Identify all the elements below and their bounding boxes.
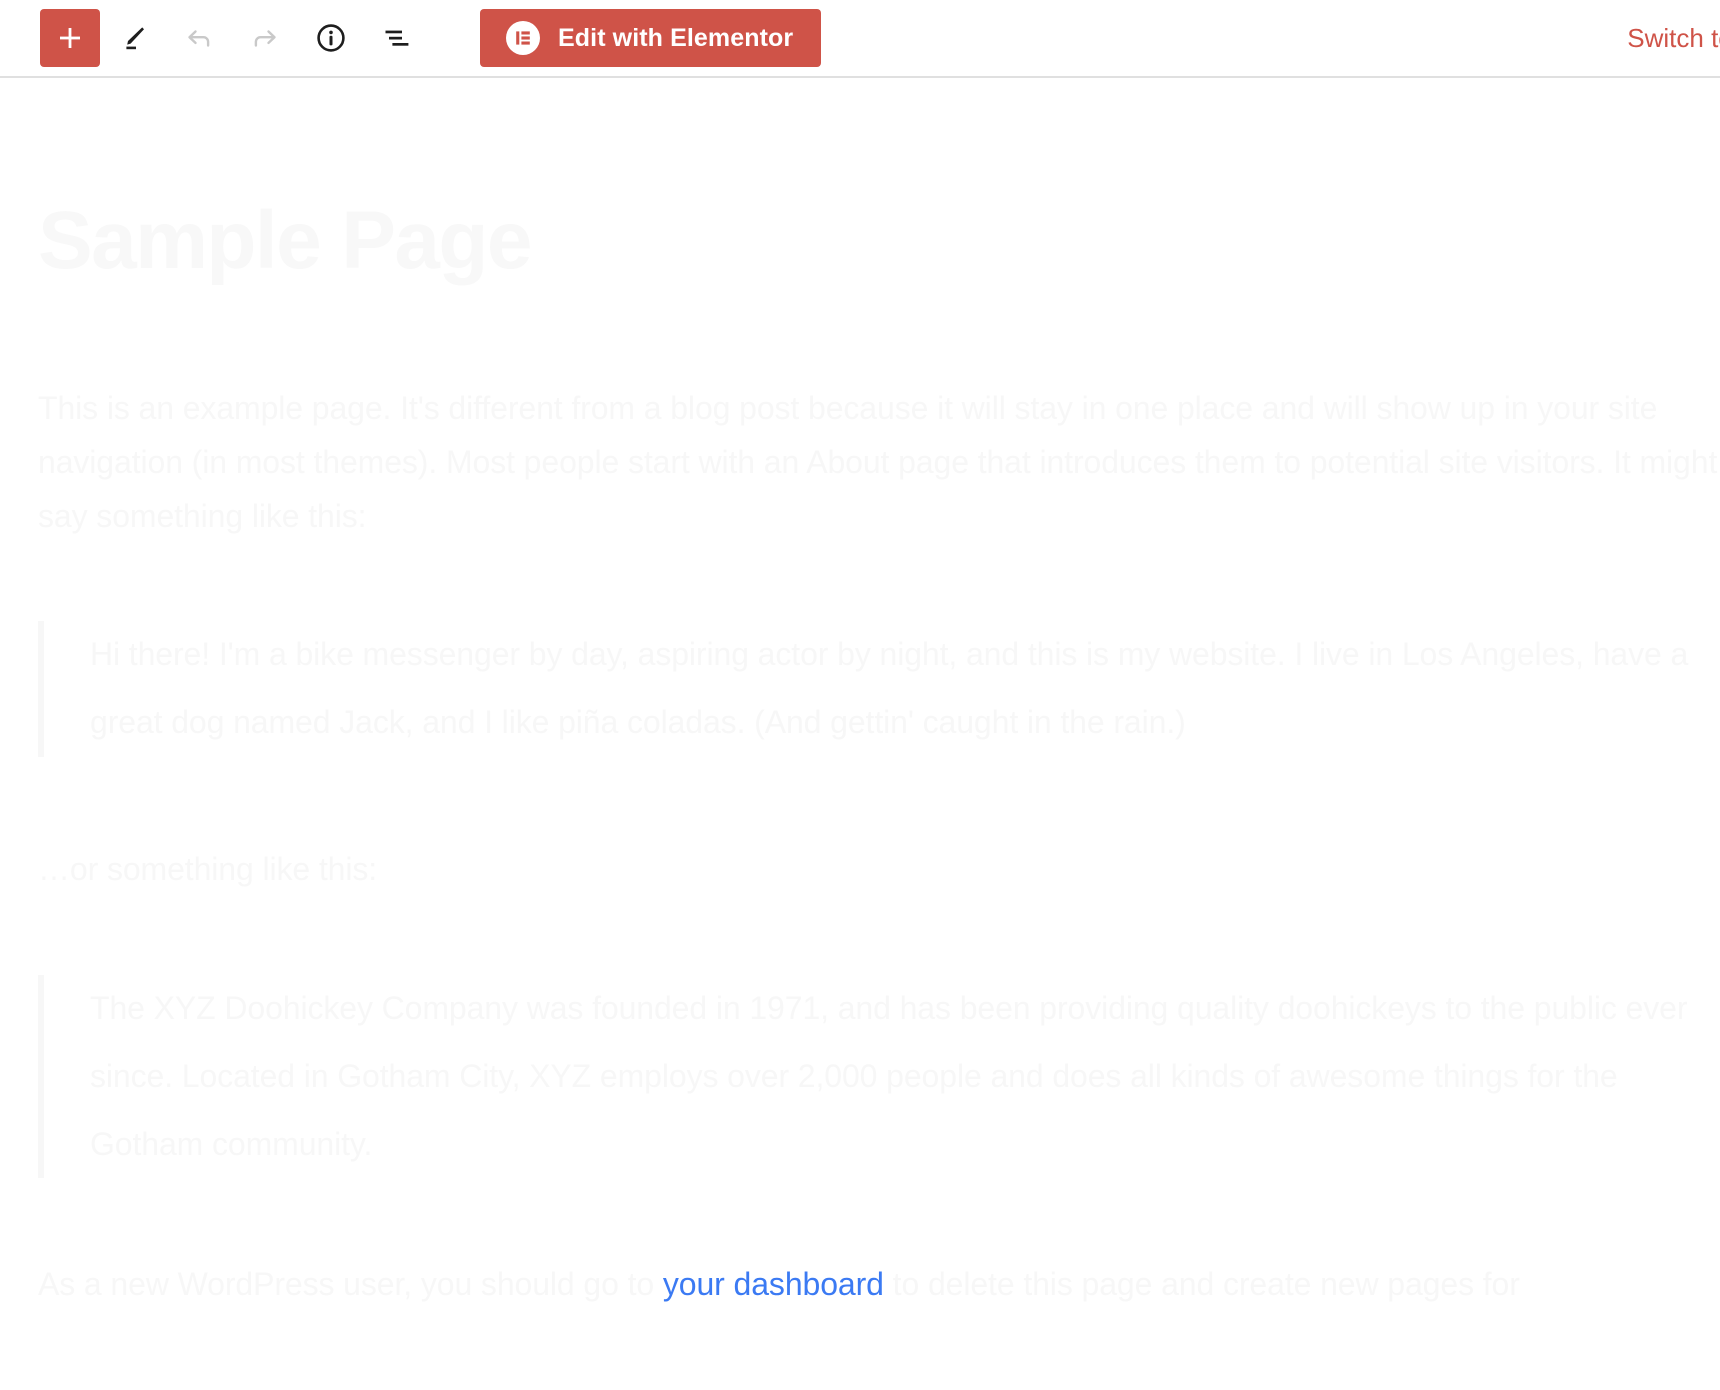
edit-with-elementor-label: Edit with Elementor	[558, 23, 794, 52]
details-button[interactable]	[298, 9, 364, 67]
intro-paragraph[interactable]: This is an example page. It's different …	[38, 382, 1720, 543]
undo-arrow-icon	[182, 21, 216, 55]
blockquote-second[interactable]: The XYZ Doohickey Company was founded in…	[38, 974, 1720, 1179]
plus-icon	[56, 24, 84, 52]
list-view-button[interactable]	[364, 9, 430, 67]
or-something-paragraph[interactable]: …or something like this:	[38, 843, 1720, 897]
blockquote-first-text: Hi there! I'm a bike messenger by day, a…	[90, 636, 1689, 741]
switch-to-draft-button[interactable]: Switch to draft	[1627, 23, 1720, 54]
toolbar-right-group: Switch to draft	[1627, 9, 1720, 67]
your-dashboard-link[interactable]: your dashboard	[663, 1266, 884, 1302]
add-block-button[interactable]	[40, 9, 100, 67]
toolbar-left-group: Edit with Elementor	[0, 9, 822, 67]
info-circle-icon	[314, 21, 348, 55]
redo-arrow-icon	[248, 21, 282, 55]
content-inner: Sample Page This is an example page. It'…	[0, 195, 1720, 1312]
blockquote-second-text: The XYZ Doohickey Company was founded in…	[90, 989, 1688, 1162]
edit-pencil-button[interactable]	[100, 9, 166, 67]
elementor-logo-icon	[506, 21, 540, 55]
closing-paragraph[interactable]: As a new WordPress user, you should go t…	[38, 1258, 1720, 1312]
closing-paragraph-after: to delete this page and create new pages…	[883, 1266, 1520, 1303]
blockquote-first[interactable]: Hi there! I'm a bike messenger by day, a…	[38, 621, 1720, 758]
edit-with-elementor-button[interactable]: Edit with Elementor	[480, 9, 822, 67]
redo-button[interactable]	[232, 9, 298, 67]
page-title[interactable]: Sample Page	[38, 195, 1720, 286]
pencil-icon	[117, 22, 149, 54]
list-view-icon	[380, 21, 414, 55]
editor-toolbar: Edit with Elementor Switch to draft	[0, 0, 1720, 78]
closing-paragraph-before: As a new WordPress user, you should go t…	[38, 1266, 663, 1303]
undo-button[interactable]	[166, 9, 232, 67]
page-content-area: Sample Page This is an example page. It'…	[0, 78, 1720, 1390]
